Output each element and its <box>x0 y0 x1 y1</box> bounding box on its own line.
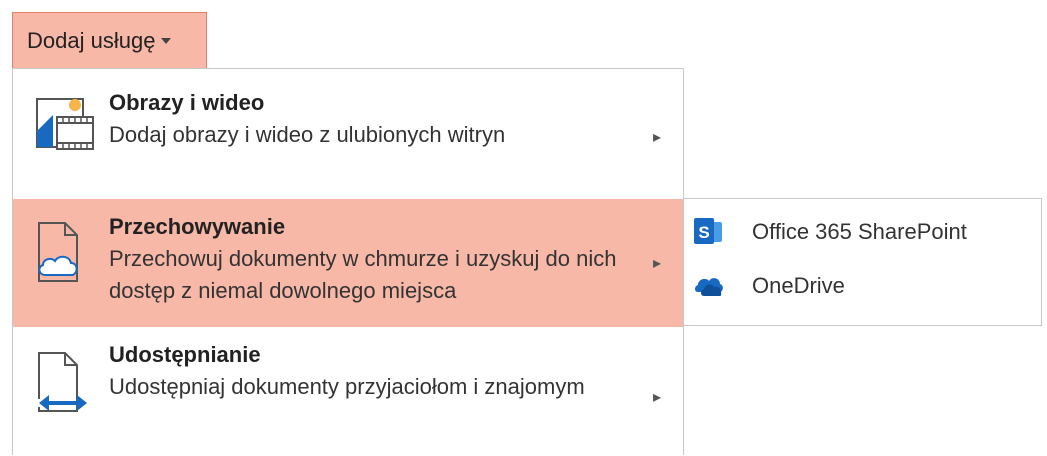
service-menu: Obrazy i wideo Dodaj obrazy i wideo z ul… <box>12 68 684 455</box>
menu-item-sharing[interactable]: Udostępnianie Udostępniaj dokumenty przy… <box>13 331 683 456</box>
submenu-item-sharepoint[interactable]: S Office 365 SharePoint <box>684 207 1040 257</box>
share-icon <box>37 352 87 412</box>
menu-item-text: Obrazy i wideo Dodaj obrazy i wideo z ul… <box>109 87 644 151</box>
submenu-item-label: OneDrive <box>752 273 845 298</box>
menu-item-text: Przechowywanie Przechowuj dokumenty w ch… <box>109 211 644 307</box>
chevron-right-icon: ▸ <box>653 129 662 146</box>
menu-item-title: Udostępnianie <box>109 342 261 367</box>
sharepoint-icon: S <box>694 218 722 244</box>
menu-item-storage[interactable]: Przechowywanie Przechowuj dokumenty w ch… <box>13 199 683 327</box>
cloud-storage-icon <box>38 222 78 282</box>
add-service-label: Dodaj usługę <box>27 27 156 53</box>
menu-item-images-video[interactable]: Obrazy i wideo Dodaj obrazy i wideo z ul… <box>13 81 683 199</box>
menu-item-title: Obrazy i wideo <box>109 90 265 115</box>
menu-item-description: Udostępniaj dokumenty przyjaciołom i zna… <box>109 374 585 399</box>
menu-item-description: Dodaj obrazy i wideo z ulubionych witryn <box>109 122 506 147</box>
menu-item-description: Przechowuj dokumenty w chmurze i uzyskuj… <box>109 246 617 303</box>
svg-text:S: S <box>698 223 709 242</box>
add-service-button[interactable]: Dodaj usługę <box>12 12 207 69</box>
image-video-icon <box>36 98 94 150</box>
onedrive-icon <box>695 278 723 296</box>
chevron-right-icon: ▸ <box>653 389 662 406</box>
submenu-item-onedrive[interactable]: OneDrive <box>684 261 1040 311</box>
chevron-right-icon: ▸ <box>653 255 662 272</box>
storage-submenu: S Office 365 SharePoint OneDrive <box>684 198 1042 326</box>
menu-item-title: Przechowywanie <box>109 214 286 239</box>
caret-down-icon <box>161 38 172 44</box>
submenu-item-label: Office 365 SharePoint <box>752 219 967 244</box>
menu-item-text: Udostępnianie Udostępniaj dokumenty przy… <box>109 339 644 403</box>
